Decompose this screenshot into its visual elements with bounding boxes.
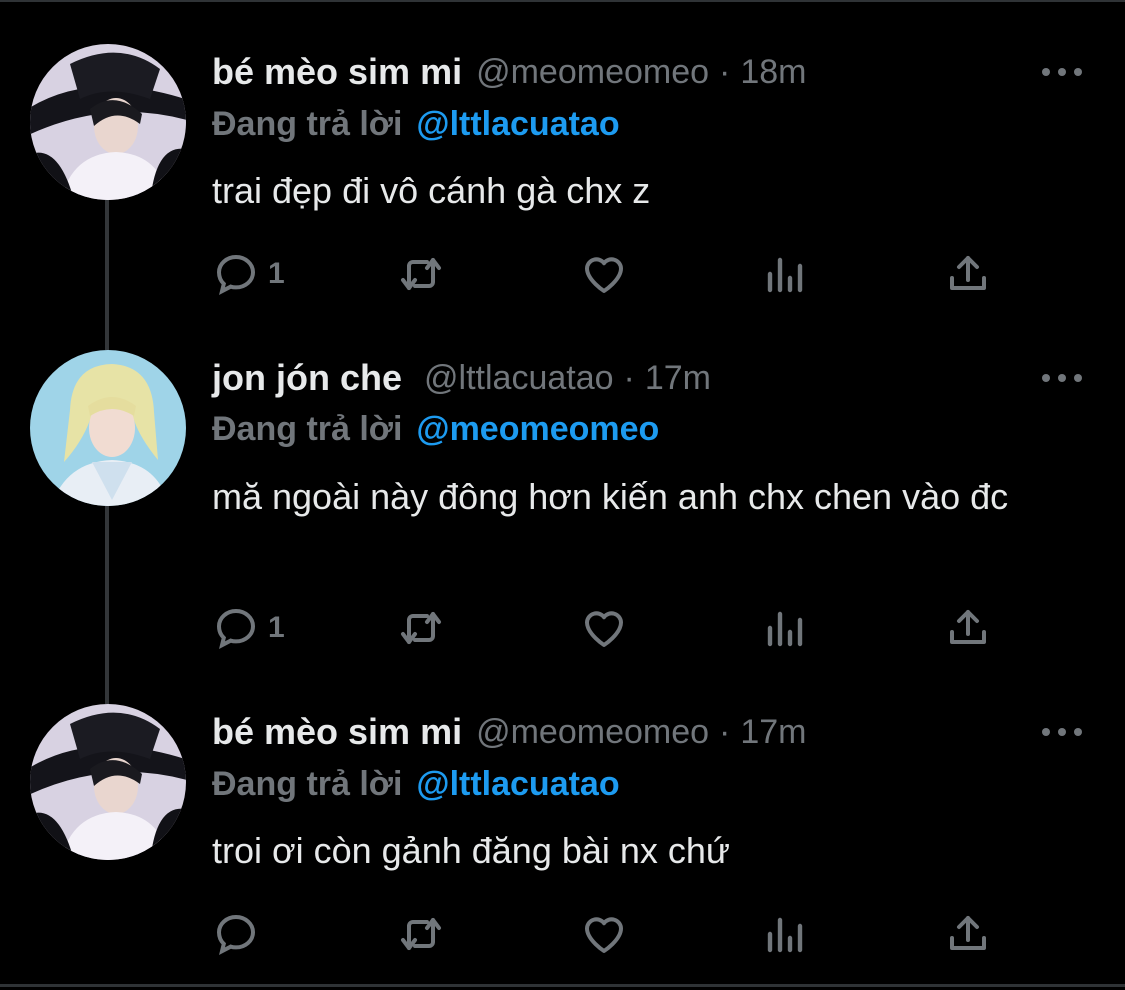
share-button[interactable] <box>944 250 992 298</box>
retweet-icon <box>401 918 441 950</box>
avatar[interactable] <box>30 44 186 200</box>
retweet-button[interactable] <box>397 604 445 652</box>
reply-button[interactable]: 1 <box>212 604 285 652</box>
share-icon <box>950 256 986 290</box>
views-icon <box>767 917 803 953</box>
avatar-image <box>30 704 186 860</box>
display-name[interactable]: jon jón che <box>212 357 402 399</box>
views-icon <box>767 257 803 293</box>
like-icon <box>585 917 623 953</box>
separator-dot: · <box>719 52 731 91</box>
avatar-image <box>30 44 186 200</box>
bottom-border <box>0 984 1125 987</box>
like-icon <box>585 611 623 647</box>
more-icon[interactable] <box>1042 371 1082 385</box>
tweet[interactable]: bé mèo sim mi @meomeomeo · 17m Đang trả … <box>0 700 1125 984</box>
reply-icon <box>216 914 256 956</box>
replying-to-handle[interactable]: @lttlacuatao <box>416 105 619 144</box>
avatar-image <box>30 350 186 506</box>
reply-icon <box>216 608 256 650</box>
timestamp[interactable]: 18m <box>740 53 806 92</box>
tweet-text: troi ơi còn gảnh đăng bài nx chứ <box>212 830 731 871</box>
timestamp[interactable]: 17m <box>740 713 806 752</box>
more-icon[interactable] <box>1042 65 1082 79</box>
reply-button[interactable]: 1 <box>212 250 285 298</box>
user-handle[interactable]: @lttlacuatao <box>424 359 614 398</box>
views-button[interactable] <box>762 910 810 958</box>
separator-dot: · <box>719 712 731 751</box>
replying-to-label: Đang trả lời <box>212 409 403 448</box>
display-name[interactable]: bé mèo sim mi <box>212 711 462 753</box>
retweet-button[interactable] <box>397 250 445 298</box>
tweet-text: mă ngoài này đông hơn kiến anh chx chen … <box>212 476 1009 517</box>
replying-to-label: Đang trả lời <box>212 764 403 803</box>
display-name[interactable]: bé mèo sim mi <box>212 51 462 93</box>
replying-to-label: Đang trả lời <box>212 104 403 143</box>
tweet-header: jon jón che @lttlacuatao · 17m <box>212 352 711 404</box>
replying-to-handle[interactable]: @lttlacuatao <box>416 765 619 804</box>
user-handle[interactable]: @meomeomeo <box>476 713 709 752</box>
views-button[interactable] <box>762 604 810 652</box>
tweet[interactable]: bé mèo sim mi @meomeomeo · 18m Đang trả … <box>0 0 1125 340</box>
like-icon <box>585 257 623 293</box>
timestamp[interactable]: 17m <box>645 359 711 398</box>
avatar[interactable] <box>30 350 186 506</box>
share-button[interactable] <box>944 910 992 958</box>
reply-count: 1 <box>268 611 285 644</box>
tweet-text: trai đẹp đi vô cánh gà chx z <box>212 170 651 211</box>
more-icon[interactable] <box>1042 725 1082 739</box>
share-icon <box>950 610 986 644</box>
views-icon <box>767 611 803 647</box>
avatar[interactable] <box>30 704 186 860</box>
tweet[interactable]: jon jón che @lttlacuatao · 17m Đang trả … <box>0 340 1125 700</box>
retweet-button[interactable] <box>397 910 445 958</box>
replying-to: Đang trả lời @meomeomeo <box>212 405 659 453</box>
replying-to: Đang trả lời @lttlacuatao <box>212 760 620 808</box>
retweet-icon <box>401 612 441 644</box>
like-button[interactable] <box>580 910 628 958</box>
tweet-header: bé mèo sim mi @meomeomeo · 17m <box>212 706 807 758</box>
replying-to: Đang trả lời @lttlacuatao <box>212 100 620 148</box>
user-handle[interactable]: @meomeomeo <box>476 53 709 92</box>
replying-to-handle[interactable]: @meomeomeo <box>416 410 659 449</box>
reply-icon <box>216 254 256 296</box>
like-button[interactable] <box>580 250 628 298</box>
share-button[interactable] <box>944 604 992 652</box>
separator-dot: · <box>623 358 635 397</box>
like-button[interactable] <box>580 604 628 652</box>
share-icon <box>950 916 986 950</box>
reply-button[interactable] <box>212 910 268 958</box>
views-button[interactable] <box>762 250 810 298</box>
tweet-header: bé mèo sim mi @meomeomeo · 18m <box>212 46 807 98</box>
reply-count: 1 <box>268 257 285 290</box>
retweet-icon <box>401 258 441 290</box>
